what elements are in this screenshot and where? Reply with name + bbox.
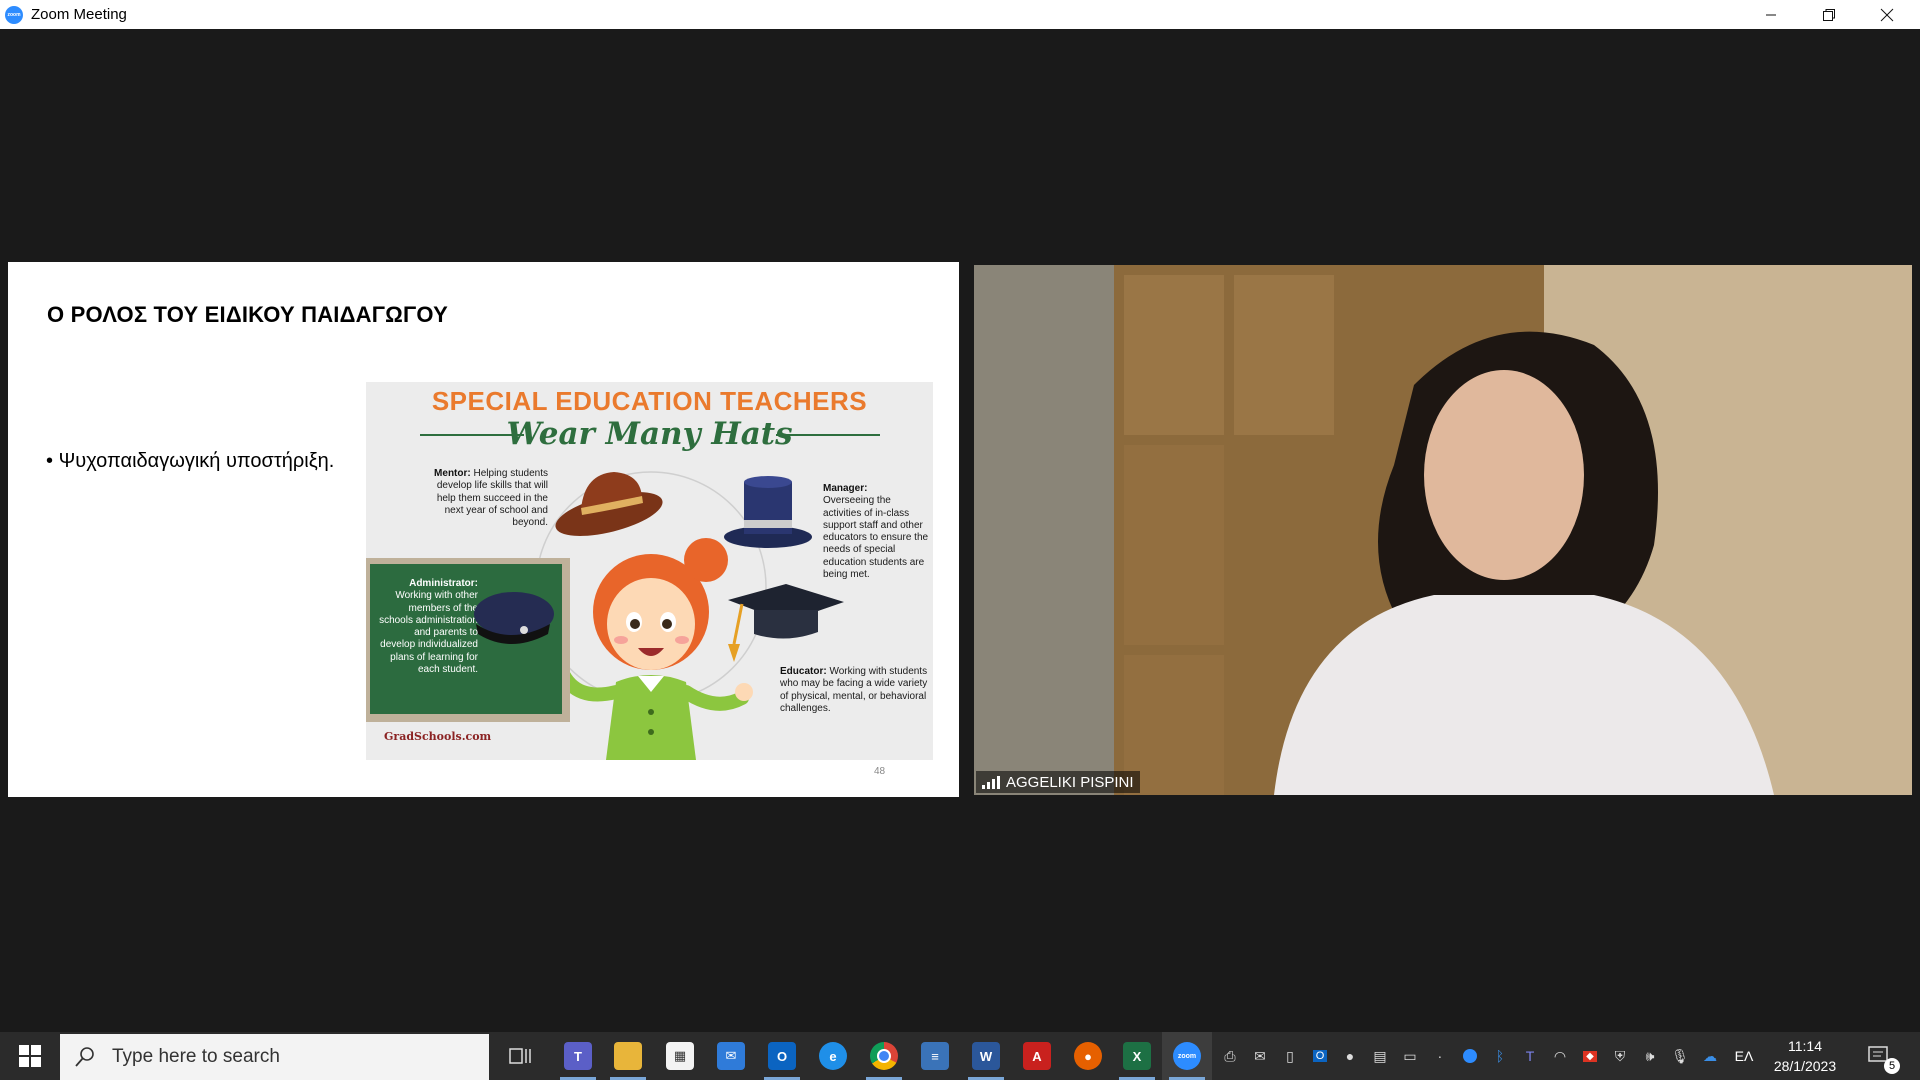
video-feed — [974, 265, 1912, 795]
administrator-text: Administrator: Working with other members… — [379, 578, 478, 676]
file-explorer-app[interactable] — [603, 1032, 653, 1080]
outlook-app[interactable]: O — [757, 1032, 807, 1080]
manager-text: Manager: Overseeing the activities of in-… — [823, 483, 929, 581]
language-indicator[interactable]: ΕΛ — [1729, 1045, 1759, 1067]
wifi-icon[interactable]: ◠ — [1549, 1045, 1571, 1067]
search-placeholder: Type here to search — [112, 1046, 280, 1067]
close-icon — [1880, 8, 1894, 21]
title-bar: zoom Zoom Meeting — [0, 0, 1920, 29]
windows-logo-icon — [19, 1045, 41, 1067]
firefox-icon: ● — [1074, 1042, 1102, 1070]
task-view-icon — [509, 1048, 531, 1064]
manager-label: Manager: — [823, 483, 868, 494]
shared-slide: Ο ΡΟΛΟΣ ΤΟΥ ΕΙΔΙΚΟΥ ΠΑΙΔΑΓΩΓΟΥ • Ψυχοπαι… — [8, 262, 959, 797]
folder-icon — [614, 1042, 642, 1070]
infographic: SPECIAL EDUCATION TEACHERS Wear Many Hat… — [366, 382, 933, 760]
acrobat-app[interactable]: A — [1012, 1032, 1062, 1080]
mail-app[interactable]: ✉ — [706, 1032, 756, 1080]
slide-bullet: • Ψυχοπαιδαγωγική υποστήριξη. — [46, 450, 335, 472]
antivirus-icon[interactable]: ◆ — [1579, 1045, 1601, 1067]
outlook-icon: O — [768, 1042, 796, 1070]
microphone-icon[interactable]: 🎙 — [1669, 1045, 1691, 1067]
acrobat-icon: A — [1023, 1042, 1051, 1070]
gradschools-logo: GradSchools.com — [384, 730, 492, 743]
printer-icon[interactable]: ⎙ — [1219, 1045, 1241, 1067]
administrator-label: Administrator: — [409, 578, 478, 589]
system-tray: ⎙ ✉ ▯ O ● ▤ ▭ ∙ ᛒ T ◠ ◆ ⛨ 🕪 🎙 ☁ ΕΛ — [1215, 1032, 1763, 1080]
chrome-icon — [870, 1042, 898, 1070]
usb-icon[interactable]: ▯ — [1279, 1045, 1301, 1067]
slide-bullet-text: Ψυχοπαιδαγωγική υποστήριξη. — [58, 450, 335, 472]
close-button[interactable] — [1858, 0, 1916, 29]
taskbar-search-box[interactable]: Type here to search — [60, 1034, 489, 1080]
chrome-app[interactable] — [859, 1032, 909, 1080]
taskbar: Type here to search T ▦ ✉ O e ≡ W A ● X … — [0, 1032, 1920, 1080]
outlook-tray-icon[interactable]: O — [1309, 1045, 1331, 1067]
minimize-button[interactable] — [1742, 0, 1800, 29]
slide-page-number: 48 — [874, 766, 886, 777]
minimize-icon — [1766, 14, 1776, 15]
bluetooth-icon[interactable]: ᛒ — [1489, 1045, 1511, 1067]
mentor-text: Mentor: Helping students develop life sk… — [434, 468, 548, 529]
notifications-button[interactable]: 5 — [1856, 1032, 1902, 1080]
zoom-icon: zoom — [1173, 1042, 1201, 1070]
excel-icon: X — [1123, 1042, 1151, 1070]
mail-tray-icon[interactable]: ✉ — [1249, 1045, 1271, 1067]
mentor-label: Mentor: — [434, 468, 471, 479]
teams-tray-icon[interactable]: T — [1519, 1045, 1541, 1067]
zoom-logo-icon: zoom — [5, 5, 23, 24]
participant-name-tag: AGGELIKI PISPINI — [976, 771, 1140, 793]
excel-app[interactable]: X — [1112, 1032, 1162, 1080]
mail-icon: ✉ — [717, 1042, 745, 1070]
zoom-tray-icon[interactable] — [1459, 1045, 1481, 1067]
scanner-icon: ≡ — [921, 1042, 949, 1070]
security-shield-icon[interactable]: ⛨ — [1609, 1045, 1631, 1067]
restore-button[interactable] — [1800, 0, 1858, 29]
cloud-tray-icon[interactable]: ● — [1339, 1045, 1361, 1067]
edge-icon: e — [819, 1042, 847, 1070]
calendar-tray-icon[interactable]: ▤ — [1369, 1045, 1391, 1067]
task-view-button[interactable] — [495, 1032, 545, 1080]
firefox-app[interactable]: ● — [1063, 1032, 1113, 1080]
volume-icon[interactable]: 🕪 — [1639, 1045, 1661, 1067]
scanner-app[interactable]: ≡ — [910, 1032, 960, 1080]
app-tray-icon[interactable]: ∙ — [1429, 1045, 1451, 1067]
slide-title: Ο ΡΟΛΟΣ ΤΟΥ ΕΙΔΙΚΟΥ ΠΑΙΔΑΓΩΓΟΥ — [47, 302, 448, 327]
signal-strength-icon — [982, 775, 1000, 789]
store-icon: ▦ — [666, 1042, 694, 1070]
word-app[interactable]: W — [961, 1032, 1011, 1080]
onedrive-icon[interactable]: ☁ — [1699, 1045, 1721, 1067]
notification-badge: 5 — [1884, 1058, 1900, 1074]
window-title: Zoom Meeting — [31, 6, 127, 23]
microsoft-store-app[interactable]: ▦ — [655, 1032, 705, 1080]
teams-app[interactable]: T — [553, 1032, 603, 1080]
clock-time: 11:14 — [1788, 1038, 1822, 1054]
clock[interactable]: 11:14 28/1/2023 — [1763, 1032, 1847, 1080]
start-button[interactable] — [0, 1032, 60, 1080]
participant-video[interactable]: AGGELIKI PISPINI — [974, 265, 1912, 795]
zoom-app[interactable]: zoom — [1162, 1032, 1212, 1080]
word-icon: W — [972, 1042, 1000, 1070]
chalkboard: Administrator: Working with other members… — [366, 558, 570, 722]
clock-date: 28/1/2023 — [1773, 1058, 1837, 1074]
participant-name: AGGELIKI PISPINI — [1006, 773, 1134, 791]
search-icon — [75, 1047, 94, 1067]
educator-label: Educator: — [780, 666, 827, 677]
edge-app[interactable]: e — [808, 1032, 858, 1080]
teams-icon: T — [564, 1042, 592, 1070]
battery-icon[interactable]: ▭ — [1399, 1045, 1421, 1067]
restore-icon — [1823, 8, 1835, 21]
educator-text: Educator: Working with students who may … — [780, 666, 928, 714]
police-cap-icon — [474, 592, 554, 644]
